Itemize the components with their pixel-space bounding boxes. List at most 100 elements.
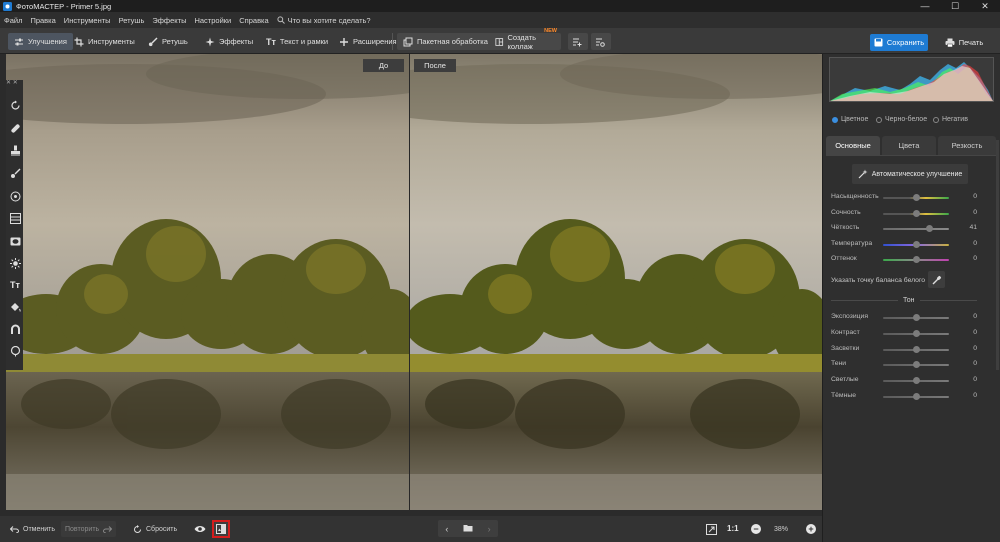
fit-screen-button[interactable]	[703, 521, 719, 537]
compare-view-button[interactable]	[212, 520, 230, 538]
shape-tool[interactable]	[9, 345, 21, 357]
batch-processing-button[interactable]: Пакетная обработка	[397, 33, 494, 50]
left-tool-strip: Tт	[6, 80, 23, 370]
basic-slider-handle[interactable]	[912, 194, 920, 201]
list-settings-icon	[596, 38, 605, 47]
tone-slider-handle[interactable]	[912, 361, 920, 369]
tab-tools[interactable]: Инструменты	[68, 33, 141, 50]
basic-slider-handle[interactable]	[912, 256, 920, 263]
tab-enhancements[interactable]: Улучшения	[8, 33, 73, 50]
menu-search[interactable]: Что вы хотите сделать?	[277, 16, 371, 25]
mode-negative-radio[interactable]: Негатив	[933, 116, 968, 123]
image-canvas[interactable]	[6, 54, 822, 510]
mode-bw-radio[interactable]: Черно-белое	[876, 116, 927, 123]
preview-toggle-button[interactable]	[192, 521, 208, 537]
tone-slider-handle[interactable]	[912, 345, 920, 353]
mode-color-radio[interactable]: Цветное	[832, 116, 868, 123]
text-tool[interactable]: Tт	[9, 279, 21, 291]
white-balance-picker-button[interactable]	[928, 271, 945, 288]
add-to-queue-button[interactable]	[568, 33, 588, 50]
tab-colors[interactable]: Цвета	[882, 136, 936, 155]
menu-item-edit[interactable]: Правка	[30, 16, 55, 25]
reset-button[interactable]: Сбросить	[129, 521, 181, 537]
zoom-in-button[interactable]: +	[806, 524, 816, 534]
crop-icon	[74, 37, 84, 46]
tab-effects[interactable]: Эффекты	[199, 33, 259, 50]
basic-slider-handle[interactable]	[912, 240, 920, 248]
previous-image-button[interactable]: ‹	[445, 524, 448, 534]
menu-item-help[interactable]: Справка	[239, 16, 268, 25]
eye-icon	[194, 526, 206, 532]
close-button[interactable]: ✕	[970, 0, 1000, 12]
radial-tool[interactable]	[9, 190, 21, 202]
undo-button[interactable]: Отменить	[6, 521, 59, 537]
zoom-out-button[interactable]: −	[751, 524, 761, 534]
print-button[interactable]: Печать	[933, 34, 995, 51]
redo-button[interactable]: Повторить	[61, 521, 117, 537]
create-collage-button[interactable]: Создать коллаж NEW	[489, 28, 561, 51]
app-logo-icon	[3, 1, 12, 11]
tone-slider-value: 0	[973, 328, 977, 336]
menu-item-retouch[interactable]: Ретушь	[119, 16, 145, 25]
basic-slider-label: Температура	[831, 239, 873, 247]
basic-slider-handle[interactable]	[925, 225, 933, 232]
menu-item-tools[interactable]: Инструменты	[64, 16, 111, 25]
basic-slider-value: 0	[973, 255, 977, 262]
open-folder-button[interactable]	[463, 524, 473, 534]
basic-slider-row: Оттенок 0	[831, 255, 977, 265]
gradient-tool[interactable]	[9, 212, 21, 224]
magnet-tool[interactable]	[9, 323, 21, 335]
rotate-icon	[10, 100, 20, 110]
title-bar: ФотоМАСТЕР - Primer 5.jpg — ☐ ✕	[0, 0, 1000, 12]
collage-icon	[495, 37, 504, 46]
radio-label: Негатив	[942, 116, 968, 123]
basic-slider-row: Чёткость 41	[831, 224, 977, 234]
basic-slider-track[interactable]	[883, 228, 949, 230]
auto-enhance-button[interactable]: Автоматическое улучшение	[852, 164, 968, 184]
tone-slider-value: 0	[973, 360, 977, 368]
maximize-button[interactable]: ☐	[940, 0, 970, 12]
save-button[interactable]: Сохранить	[870, 34, 928, 51]
window-title: ФотоМАСТЕР - Primer 5.jpg	[16, 1, 112, 11]
tone-heading: Тон	[898, 297, 920, 304]
tab-sharpness[interactable]: Резкость	[938, 136, 996, 155]
menu-item-effects[interactable]: Эффекты	[152, 16, 186, 25]
basic-slider-value: 41	[969, 224, 977, 231]
actual-size-button[interactable]: 1:1	[727, 524, 739, 533]
light-tool[interactable]	[9, 257, 21, 269]
tab-basic[interactable]: Основные	[826, 136, 880, 155]
tone-slider-handle[interactable]	[912, 329, 920, 337]
plus-icon	[340, 37, 348, 46]
brush-tool[interactable]	[9, 167, 21, 179]
panel-scrollbar[interactable]	[996, 140, 999, 370]
vignette-tool[interactable]	[9, 235, 21, 247]
basic-slider-label: Чёткость	[831, 224, 860, 231]
menu-item-settings[interactable]: Настройки	[194, 16, 231, 25]
tool-strip-close-icon: ✕ ✕	[6, 80, 18, 86]
queue-settings-button[interactable]	[591, 33, 611, 50]
tab-label: Расширения	[353, 37, 397, 46]
radio-indicator	[832, 116, 838, 123]
bandage-tool[interactable]	[9, 122, 21, 134]
tab-retouch[interactable]: Ретушь	[142, 33, 194, 50]
minimize-button[interactable]: —	[910, 0, 940, 12]
magic-icon	[205, 37, 215, 46]
tone-slider-handle[interactable]	[912, 393, 920, 400]
tone-slider-handle[interactable]	[912, 314, 920, 321]
tool-strip-handle[interactable]: ✕ ✕	[6, 80, 23, 86]
redo-icon	[103, 525, 113, 533]
stamp-tool[interactable]	[9, 144, 21, 156]
fill-tool[interactable]	[9, 301, 21, 313]
basic-slider-handle[interactable]	[912, 209, 920, 217]
tone-slider-value: 0	[973, 376, 977, 384]
next-image-button[interactable]: ›	[488, 524, 491, 534]
toolbar-divider	[392, 33, 393, 50]
tone-slider-handle[interactable]	[912, 377, 920, 385]
tone-slider-row: Тени 0	[831, 360, 977, 370]
menu-item-file[interactable]: Файл	[4, 16, 22, 25]
tab-text-frames[interactable]: Tт Текст и рамки	[260, 33, 334, 50]
rotate-tool[interactable]	[9, 99, 21, 111]
undo-icon	[10, 525, 19, 533]
basic-slider-value: 0	[973, 208, 977, 216]
magnet-icon	[10, 324, 20, 334]
